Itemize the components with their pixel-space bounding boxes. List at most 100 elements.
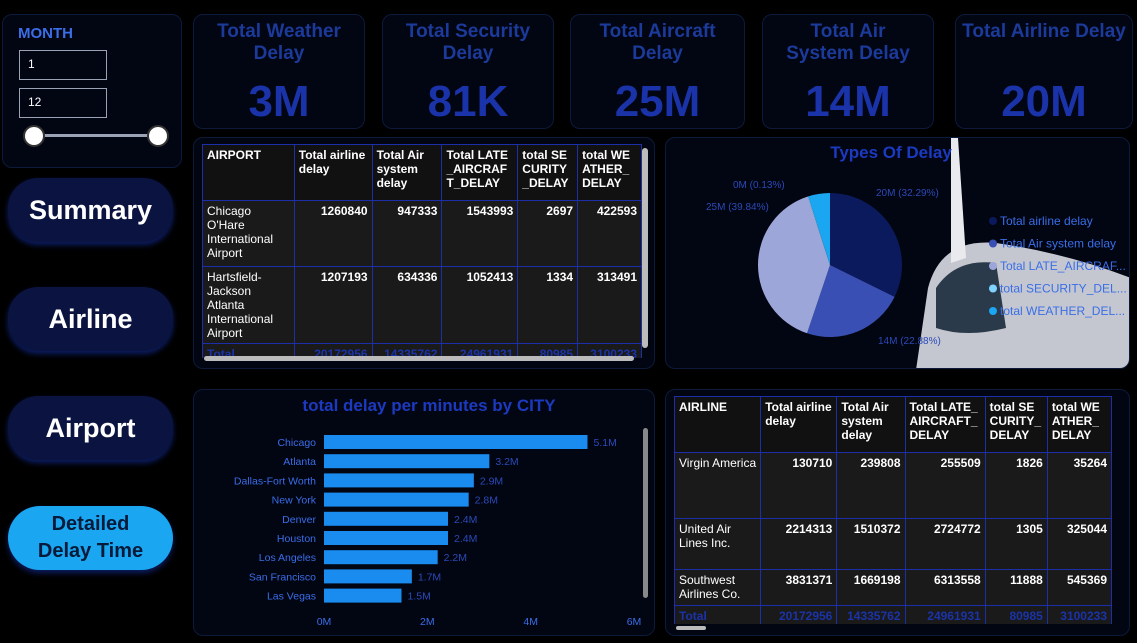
airline-button[interactable]: Airline [8,287,173,351]
pie-data-label: 14M (22.88%) [878,336,941,347]
airport-table-hscroll[interactable] [204,356,634,361]
legend-item[interactable]: Total Air system delay [1000,237,1116,251]
table-row[interactable]: Southwest Airlines Co. 3831371 1669198 6… [674,569,1112,606]
cell: 313491 [577,266,642,344]
legend-marker [989,284,997,293]
bar[interactable] [324,454,490,469]
bar-data-label: 3.2M [495,456,518,468]
category-label: Las Vegas [267,591,316,603]
legend-item[interactable]: Total airline delay [1000,214,1093,228]
airport-table-vscroll[interactable] [642,148,648,348]
cell: 1052413 [441,266,519,344]
month-from-input[interactable]: 1 [19,50,107,80]
x-tick-label: 4M [523,616,538,628]
airline-table: AIRLINE Total airline delay Total Air sy… [674,396,1112,624]
col-airport[interactable]: AIRPORT [202,144,295,201]
bar-data-label: 2.4M [454,514,477,526]
table-row[interactable]: Hartsfield-Jackson Atlanta International… [202,266,642,344]
category-label: San Francisco [249,571,316,583]
x-tick-label: 2M [420,616,435,628]
bar[interactable] [324,531,448,545]
col-security-delay[interactable]: total SECURITY_DELAY [517,144,579,201]
cell: 24961931 [904,605,986,624]
summary-button[interactable]: Summary [8,178,173,242]
bar[interactable] [324,435,588,449]
bar-data-label: 2.2M [444,552,467,564]
legend-item[interactable]: Total LATE_AIRCRAF... [1000,259,1126,273]
col-security-delay[interactable]: total SECURITY_DELAY [984,396,1048,453]
bar-chart-vscroll[interactable] [643,428,648,598]
col-airline-delay[interactable]: Total airline delay [293,144,373,201]
bar[interactable] [324,569,412,584]
bar[interactable] [324,550,438,565]
cell: Total [674,605,762,624]
bar[interactable] [324,492,469,507]
airline-table-hscroll[interactable] [676,626,706,630]
col-late-aircraft-delay[interactable]: Total LATE_AIRCRAFT_DELAY [441,144,519,201]
kpi-weather-delay: Total Weather Delay 3M [193,14,365,129]
bar-chart: Chicago 5.1M Atlanta 3.2M Dallas-Fort Worth 2… [234,435,642,628]
kpi-aircraft-delay: Total Aircraft Delay 25M [570,14,745,129]
bar-data-label: 1.5M [408,591,431,603]
bar-data-label: 2.8M [475,495,498,507]
table-row[interactable]: Virgin America 130710 239808 255509 1826… [674,452,1112,519]
col-late-aircraft-delay[interactable]: Total LATE_AIRCRAFT_DELAY [904,396,986,453]
cell: 11888 [984,569,1048,606]
cell: 20172956 [760,605,838,624]
col-airline-delay[interactable]: Total airline delay [760,396,838,453]
month-slider-max-handle[interactable] [147,125,169,147]
x-tick-label: 6M [627,616,642,628]
cell: 1260840 [293,200,373,267]
month-slider-min-handle[interactable] [23,125,45,147]
bar[interactable] [324,588,402,603]
category-label: Chicago [277,437,316,449]
col-air-system-delay[interactable]: Total Air system delay [836,396,906,453]
legend-item[interactable]: total WEATHER_DEL... [1000,304,1125,318]
cell: 1669198 [836,569,906,606]
kpi-value: 81K [427,77,509,126]
pie-data-label: 25M (39.84%) [706,202,769,213]
airline-table-panel: AIRLINE Total airline delay Total Air sy… [665,389,1130,636]
detailed-delay-time-button[interactable]: Detailed Delay Time [8,506,173,570]
month-to-input[interactable]: 12 [19,88,107,118]
table-row[interactable]: Chicago O'Hare International Airport 126… [202,200,642,267]
airline-table-wrap[interactable]: AIRLINE Total airline delay Total Air sy… [674,396,1112,624]
kpi-title: Total Security Delay [405,21,531,64]
category-label: Houston [277,533,316,545]
legend-item[interactable]: total SECURITY_DEL... [1000,282,1127,296]
category-label: New York [272,495,317,507]
table-total-row: Total 20172956 14335762 24961931 80985 3… [674,605,1112,624]
month-slider-track[interactable] [35,134,161,137]
cell: 14335762 [836,605,906,624]
cell: 422593 [577,200,642,267]
kpi-airline-delay: Total Airline Delay 20M [955,14,1133,129]
cell: 2724772 [904,518,986,570]
category-label: Los Angeles [259,552,316,564]
table-row[interactable]: United Air Lines Inc. 2214313 1510372 27… [674,518,1112,570]
bar[interactable] [324,473,474,488]
airport-button[interactable]: Airport [8,396,173,460]
kpi-title: Total Air System Delay [786,21,910,64]
kpi-value: 20M [1001,77,1087,126]
cell: 80985 [984,605,1048,624]
cell: 1305 [984,518,1048,570]
pie-data-label: 20M (32.29%) [876,188,939,199]
cell: Virgin America [674,452,762,519]
col-airline[interactable]: AIRLINE [674,396,762,453]
kpi-value: 14M [805,77,891,126]
cell: 3831371 [760,569,838,606]
col-weather-delay[interactable]: total WEATHER_DELAY [1046,396,1112,453]
pie-chart-panel: Types Of Delay 20M (32.29%) Total airline… [665,137,1130,369]
cell: 947333 [371,200,443,267]
kpi-value: 3M [248,77,310,126]
bar-data-label: 1.7M [418,571,441,583]
category-label: Denver [282,514,316,526]
pie-chart: 20M (32.29%) Total airline delay 14M (22.8… [706,180,1127,347]
col-weather-delay[interactable]: total WEATHER_DELAY [577,144,642,201]
cell: 634336 [371,266,443,344]
col-air-system-delay[interactable]: Total Air system delay [371,144,443,201]
detailed-button-line2: Delay Time [37,540,144,562]
kpi-air-system-delay: Total Air System Delay 14M [762,14,934,129]
airport-table-wrap[interactable]: AIRPORT Total airline delay Total Air sy… [202,144,642,358]
bar[interactable] [324,511,448,526]
